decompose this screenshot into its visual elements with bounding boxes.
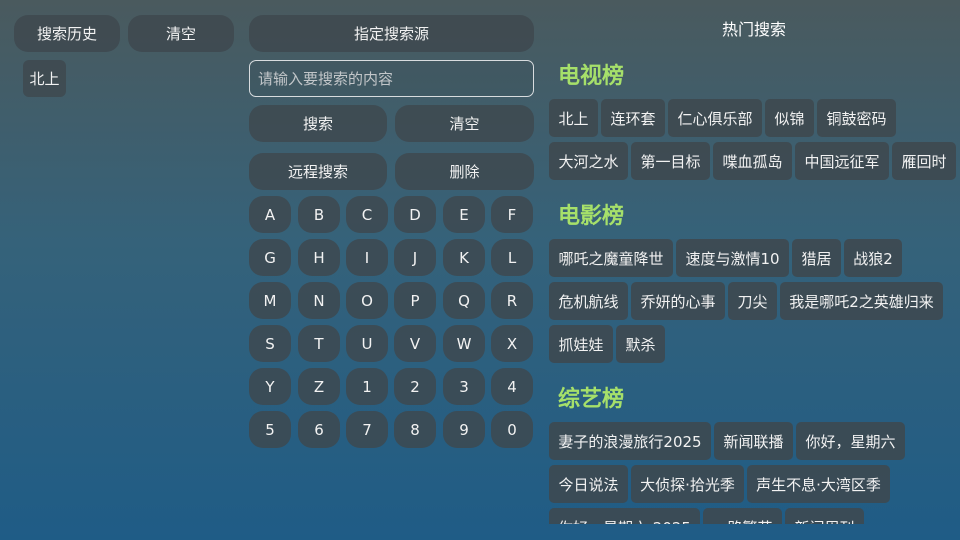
key-2[interactable]: 2: [394, 368, 436, 405]
search-history-button[interactable]: 搜索历史: [14, 15, 120, 52]
key-g[interactable]: G: [249, 239, 291, 276]
tv-ranking-item[interactable]: 仁心俱乐部: [668, 99, 762, 137]
tv-ranking-item[interactable]: 雁回时: [892, 142, 956, 180]
tv-ranking-item[interactable]: 大河之水: [549, 142, 628, 180]
key-4[interactable]: 4: [491, 368, 533, 405]
tv-ranking-item[interactable]: 似锦: [765, 99, 814, 137]
variety-ranking-item[interactable]: 新闻联播: [714, 422, 793, 460]
variety-ranking-item[interactable]: 声生不息·大湾区季: [747, 465, 890, 503]
movie-ranking-item[interactable]: 哪吒之魔童降世: [549, 239, 673, 277]
tv-ranking-item[interactable]: 第一目标: [631, 142, 710, 180]
key-i[interactable]: I: [346, 239, 388, 276]
clear-input-button[interactable]: 清空: [395, 105, 534, 142]
movie-ranking-item[interactable]: 乔妍的心事: [631, 282, 725, 320]
key-y[interactable]: Y: [249, 368, 291, 405]
clear-history-button[interactable]: 清空: [128, 15, 234, 52]
movie-ranking-item[interactable]: 猎居: [792, 239, 841, 277]
key-a[interactable]: A: [249, 196, 291, 233]
tv-ranking-item[interactable]: 北上: [549, 99, 598, 137]
key-z[interactable]: Z: [298, 368, 340, 405]
tv-ranking-item[interactable]: 铜鼓密码: [817, 99, 896, 137]
variety-ranking-item[interactable]: 新闻周刊: [785, 508, 864, 524]
variety-ranking-item[interactable]: 一路繁花: [703, 508, 782, 524]
movie-ranking-title: 电影榜: [558, 204, 625, 229]
key-j[interactable]: J: [394, 239, 436, 276]
search-input[interactable]: [249, 60, 534, 97]
variety-ranking-item[interactable]: 妻子的浪漫旅行2025: [549, 422, 711, 460]
history-item[interactable]: 北上: [23, 60, 66, 97]
variety-ranking-title: 综艺榜: [558, 387, 625, 412]
key-t[interactable]: T: [298, 325, 340, 362]
key-s[interactable]: S: [249, 325, 291, 362]
key-8[interactable]: 8: [394, 411, 436, 448]
key-x[interactable]: X: [491, 325, 533, 362]
search-button[interactable]: 搜索: [249, 105, 387, 142]
tv-ranking-item[interactable]: 喋血孤岛: [713, 142, 792, 180]
hot-search-list: 电视榜北上 连环套 仁心俱乐部 似锦 铜鼓密码大河之水 第一目标 喋血孤岛 中国远征军 雁回时电…: [549, 50, 960, 524]
key-k[interactable]: K: [443, 239, 485, 276]
key-3[interactable]: 3: [443, 368, 485, 405]
key-n[interactable]: N: [298, 282, 340, 319]
hot-search-title: 热门搜索: [721, 20, 786, 39]
key-v[interactable]: V: [394, 325, 436, 362]
key-c[interactable]: C: [346, 196, 388, 233]
key-9[interactable]: 9: [443, 411, 485, 448]
key-l[interactable]: L: [491, 239, 533, 276]
key-p[interactable]: P: [394, 282, 436, 319]
key-7[interactable]: 7: [346, 411, 388, 448]
key-5[interactable]: 5: [249, 411, 291, 448]
variety-ranking-item[interactable]: 你好，星期六 2025: [549, 508, 700, 524]
key-w[interactable]: W: [443, 325, 485, 362]
tv-ranking-title: 电视榜: [558, 64, 625, 89]
key-q[interactable]: Q: [443, 282, 485, 319]
key-f[interactable]: F: [491, 196, 533, 233]
remote-search-button[interactable]: 远程搜索: [249, 153, 387, 190]
delete-button[interactable]: 删除: [395, 153, 534, 190]
key-r[interactable]: R: [491, 282, 533, 319]
movie-ranking-item[interactable]: 战狼2: [844, 239, 902, 277]
variety-ranking-item[interactable]: 大侦探·拾光季: [631, 465, 744, 503]
key-h[interactable]: H: [298, 239, 340, 276]
key-e[interactable]: E: [443, 196, 485, 233]
variety-ranking-item[interactable]: 你好，星期六: [796, 422, 905, 460]
key-o[interactable]: O: [346, 282, 388, 319]
search-source-button[interactable]: 指定搜索源: [249, 15, 534, 52]
movie-ranking-item[interactable]: 刀尖: [728, 282, 777, 320]
movie-ranking-item[interactable]: 我是哪吒2之英雄归来: [780, 282, 943, 320]
key-d[interactable]: D: [394, 196, 436, 233]
tv-ranking-item[interactable]: 连环套: [601, 99, 665, 137]
tv-ranking-item[interactable]: 中国远征军: [795, 142, 889, 180]
key-6[interactable]: 6: [298, 411, 340, 448]
movie-ranking-item[interactable]: 抓娃娃: [549, 325, 613, 363]
movie-ranking-item[interactable]: 危机航线: [549, 282, 628, 320]
movie-ranking-item[interactable]: 默杀: [616, 325, 665, 363]
key-m[interactable]: M: [249, 282, 291, 319]
variety-ranking-item[interactable]: 今日说法: [549, 465, 628, 503]
key-u[interactable]: U: [346, 325, 388, 362]
key-0[interactable]: 0: [491, 411, 533, 448]
key-1[interactable]: 1: [346, 368, 388, 405]
key-b[interactable]: B: [298, 196, 340, 233]
movie-ranking-item[interactable]: 速度与激情10: [676, 239, 789, 277]
